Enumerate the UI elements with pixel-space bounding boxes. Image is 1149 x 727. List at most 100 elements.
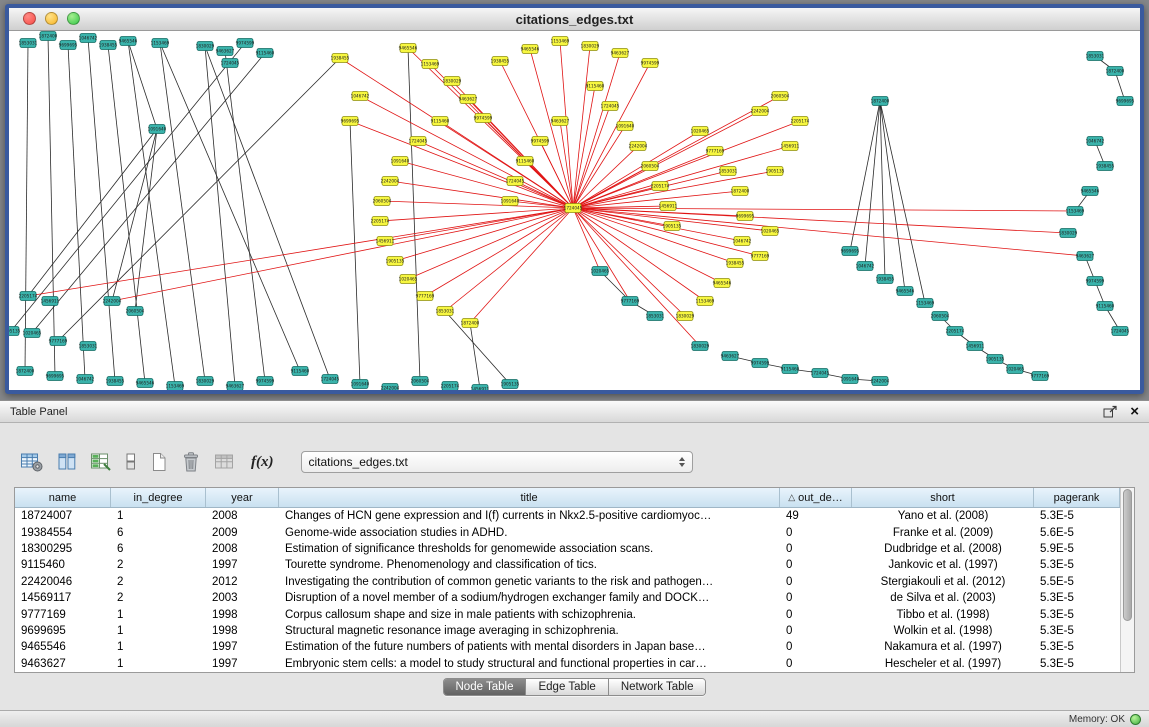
graph-edge[interactable] — [573, 208, 1068, 233]
graph-node[interactable]: 1046742 — [856, 262, 875, 271]
graph-node[interactable]: 9115460 — [431, 117, 450, 126]
graph-node[interactable]: 1872400 — [39, 32, 58, 41]
graph-edge[interactable] — [28, 208, 573, 296]
graph-edge[interactable] — [160, 43, 205, 381]
graph-node[interactable]: 2060504 — [641, 162, 660, 171]
graph-edge[interactable] — [360, 96, 573, 208]
graph-node[interactable]: 1153469 — [421, 60, 440, 69]
graph-node[interactable]: 9699695 — [736, 212, 755, 221]
graph-edge[interactable] — [112, 208, 573, 301]
graph-edge[interactable] — [573, 53, 620, 208]
graph-node[interactable]: 1456911 — [41, 297, 60, 306]
graph-node[interactable]: 9974599 — [256, 377, 275, 386]
column-header-year[interactable]: year — [206, 488, 279, 507]
graph-edge[interactable] — [380, 208, 573, 221]
graph-node[interactable]: 9463627 — [226, 382, 245, 391]
graph-node[interactable]: 1724045 — [506, 177, 525, 186]
graph-node[interactable]: 1853031 — [19, 39, 38, 48]
graph-node[interactable]: 1020465 — [23, 329, 42, 338]
graph-edge[interactable] — [408, 48, 420, 381]
graph-node[interactable]: 1905135 — [501, 380, 520, 389]
graph-node[interactable]: 1091640 — [616, 122, 635, 131]
graph-node[interactable]: 1872400 — [731, 187, 750, 196]
tab-edge-table[interactable]: Edge Table — [526, 679, 608, 695]
graph-node[interactable]: 9465546 — [399, 44, 418, 53]
graph-node[interactable]: 1456911 — [376, 237, 395, 246]
graph-node[interactable]: 9699695 — [841, 247, 860, 256]
graph-node[interactable]: 1905135 — [766, 167, 785, 176]
graph-node[interactable]: 1456911 — [966, 342, 985, 351]
graph-node[interactable]: 2060504 — [411, 377, 430, 386]
graph-edge[interactable] — [400, 161, 573, 208]
graph-node[interactable]: 1020465 — [1006, 365, 1025, 374]
graph-node[interactable]: 2242004 — [871, 377, 890, 386]
table-row[interactable]: 977716911998Corpus callosum shape and si… — [15, 606, 1120, 622]
graph-node[interactable]: 9115460 — [1096, 302, 1115, 311]
graph-node[interactable]: 9463627 — [459, 95, 478, 104]
graph-node[interactable]: 1091640 — [148, 125, 167, 134]
graph-node[interactable]: 1853031 — [1086, 52, 1105, 61]
zoom-window-button[interactable] — [67, 12, 80, 25]
graph-node[interactable]: 9463627 — [611, 49, 630, 58]
graph-node[interactable]: 9115460 — [781, 365, 800, 374]
tab-node-table[interactable]: Node Table — [444, 679, 527, 695]
graph-node[interactable]: 1938455 — [726, 259, 745, 268]
graph-node[interactable]: 1872400 — [16, 367, 35, 376]
graph-node[interactable]: 9974599 — [531, 137, 550, 146]
table-row[interactable]: 946362711997Embryonic stem cells: a mode… — [15, 656, 1120, 672]
graph-node[interactable]: 9974599 — [641, 59, 660, 68]
column-header-pagerank[interactable]: pagerank — [1034, 488, 1120, 507]
graph-node[interactable]: 9463627 — [216, 47, 235, 56]
graph-node[interactable]: 9777169 — [49, 337, 68, 346]
graph-node[interactable]: 9465546 — [119, 37, 138, 46]
window-titlebar[interactable]: citations_edges.txt — [9, 8, 1140, 31]
graph-node[interactable]: 9974599 — [751, 359, 770, 368]
graph-node[interactable]: 1153469 — [151, 39, 170, 48]
graph-node[interactable]: 1938455 — [106, 377, 125, 386]
graph-node[interactable]: 1153469 — [696, 297, 715, 306]
graph-node[interactable]: 9699695 — [341, 117, 360, 126]
import-table-icon[interactable] — [214, 451, 236, 473]
table-row[interactable]: 1872400712008Changes of HCN gene express… — [15, 508, 1120, 524]
graph-node[interactable]: 2060504 — [931, 312, 950, 321]
table-row[interactable]: 2242004622012Investigating the contribut… — [15, 574, 1120, 590]
graph-node[interactable]: 9115460 — [256, 49, 275, 58]
column-chooser-icon[interactable] — [57, 451, 77, 473]
graph-node[interactable]: 1046742 — [1086, 137, 1105, 146]
graph-node[interactable]: 1153469 — [916, 299, 935, 308]
graph-edge[interactable] — [28, 129, 157, 296]
graph-node[interactable]: 1091640 — [841, 375, 860, 384]
graph-node[interactable]: 2205174 — [946, 327, 965, 336]
graph-node[interactable]: 2060504 — [126, 307, 145, 316]
graph-node[interactable]: 1153469 — [551, 37, 570, 46]
graph-node[interactable]: 2205174 — [441, 382, 460, 391]
table-row[interactable]: 1830029562008Estimation of significance … — [15, 541, 1120, 557]
graph-node[interactable]: 2205174 — [19, 292, 38, 301]
graph-node[interactable]: 1020465 — [399, 275, 418, 284]
graph-edge[interactable] — [573, 208, 735, 263]
column-header-short[interactable]: short — [852, 488, 1034, 507]
graph-node[interactable]: 2242004 — [381, 177, 400, 186]
close-panel-icon[interactable]: × — [1130, 405, 1139, 418]
delete-icon[interactable] — [181, 451, 201, 473]
graph-node[interactable]: 9974599 — [474, 114, 493, 123]
graph-node[interactable]: 9777169 — [1031, 372, 1050, 381]
table-row[interactable]: 1456911722003Disruption of a novel membe… — [15, 590, 1120, 606]
graph-node[interactable]: 1938455 — [1096, 162, 1115, 171]
graph-edge[interactable] — [470, 208, 573, 323]
graph-node[interactable]: 1020465 — [761, 227, 780, 236]
graph-node[interactable]: 9115460 — [586, 82, 605, 91]
minimize-window-button[interactable] — [45, 12, 58, 25]
graph-edge[interactable] — [25, 43, 28, 371]
graph-edge[interactable] — [573, 121, 800, 208]
graph-node[interactable]: 9974599 — [236, 39, 255, 48]
graph-node[interactable]: 9699695 — [59, 41, 78, 50]
graph-node[interactable]: 2060504 — [373, 197, 392, 206]
graph-node[interactable]: 1830029 — [691, 342, 710, 351]
network-graph[interactable]: 1724045193845594655461153469183002994636… — [9, 31, 1140, 390]
graph-edge[interactable] — [390, 181, 573, 208]
graph-node[interactable]: 9777169 — [751, 252, 770, 261]
graph-node[interactable]: 9777169 — [621, 297, 640, 306]
graph-node[interactable]: 1091640 — [391, 157, 410, 166]
graph-node[interactable]: 1456911 — [781, 142, 800, 151]
